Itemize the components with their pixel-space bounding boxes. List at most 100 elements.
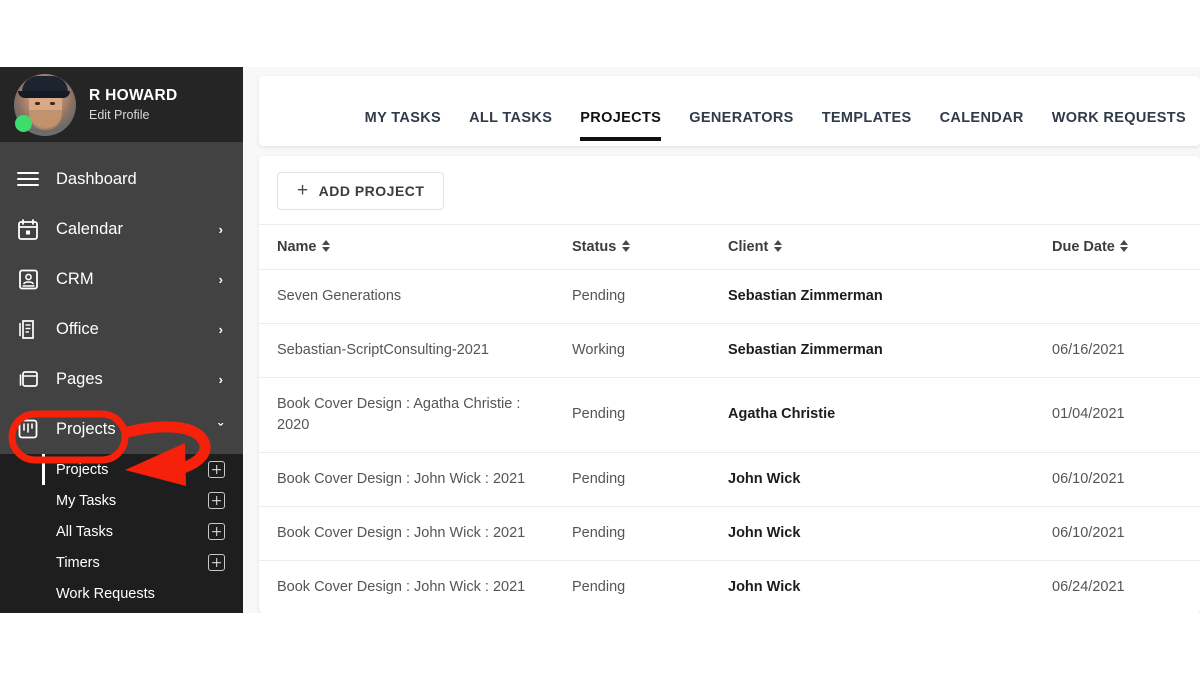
chevron-right-icon: › [219,373,223,386]
chevron-right-icon: › [219,223,223,236]
sidebar-subitem-label: My Tasks [56,493,208,509]
sidebar-subitem-label: All Tasks [56,524,208,540]
cell-status: Pending [572,506,728,560]
pages-icon [16,367,40,391]
table-toolbar: + ADD PROJECT [259,156,1200,224]
tab-all-tasks[interactable]: ALL TASKS [455,76,566,146]
cell-status: Working [572,323,728,377]
sidebar-item-label: Projects [56,420,218,439]
sidebar-item-label: Calendar [56,220,219,239]
chevron-right-icon: › [219,273,223,286]
cell-due-date: 06/16/2021 [1052,323,1200,377]
sidebar-subitem-projects[interactable]: Projects [0,454,243,485]
chevron-down-icon: ˇ [218,422,223,437]
cell-due-date: 06/10/2021 [1052,452,1200,506]
cell-status: Pending [572,452,728,506]
column-label: Due Date [1052,239,1115,255]
cell-name: Book Cover Design : John Wick : 2021 [259,560,572,613]
cell-status: Pending [572,377,728,452]
main-content: MY TASKS ALL TASKS PROJECTS GENERATORS T… [243,67,1200,613]
add-all-task-icon[interactable] [208,523,225,540]
column-header-client[interactable]: Client [728,224,1052,269]
sidebar-item-dashboard[interactable]: Dashboard [0,154,243,204]
sort-icon [621,240,630,252]
profile-header[interactable]: R HOWARD Edit Profile [0,67,243,142]
add-my-task-icon[interactable] [208,492,225,509]
table-row[interactable]: Book Cover Design : Agatha Christie : 20… [259,377,1200,452]
cell-client: Sebastian Zimmerman [728,323,1052,377]
edit-profile-link[interactable]: Edit Profile [89,108,178,124]
tab-templates[interactable]: TEMPLATES [808,76,926,146]
column-label: Client [728,239,768,255]
profile-name: R HOWARD [89,86,178,105]
chevron-right-icon: › [219,323,223,336]
sidebar-item-label: Dashboard [56,170,227,189]
app-window: R HOWARD Edit Profile Dashboard Calendar… [0,67,1200,613]
sidebar-subitem-work-requests[interactable]: Work Requests [0,578,243,609]
tab-projects[interactable]: PROJECTS [566,76,675,146]
hamburger-icon [16,167,40,191]
cell-due-date: 06/10/2021 [1052,506,1200,560]
table-row[interactable]: Sebastian-ScriptConsulting-2021 Working … [259,323,1200,377]
sort-icon [322,240,331,252]
tab-my-tasks[interactable]: MY TASKS [351,76,455,146]
sort-icon [1120,240,1129,252]
cell-name: Sebastian-ScriptConsulting-2021 [259,323,572,377]
sidebar-item-label: Pages [56,370,219,389]
avatar[interactable] [14,74,76,136]
projects-table: Name Status Client Due Date [259,224,1200,613]
column-header-due-date[interactable]: Due Date [1052,224,1200,269]
add-projects-icon[interactable] [208,461,225,478]
sidebar-subitem-my-tasks[interactable]: My Tasks [0,485,243,516]
table-row[interactable]: Book Cover Design : John Wick : 2021 Pen… [259,560,1200,613]
cell-name: Book Cover Design : John Wick : 2021 [259,452,572,506]
table-row[interactable]: Book Cover Design : John Wick : 2021 Pen… [259,506,1200,560]
cell-name: Book Cover Design : John Wick : 2021 [259,506,572,560]
add-project-button[interactable]: + ADD PROJECT [277,172,444,210]
cell-name: Book Cover Design : Agatha Christie : 20… [259,377,572,452]
cell-client: Agatha Christie [728,377,1052,452]
cell-client: John Wick [728,506,1052,560]
sidebar-item-office[interactable]: Office › [0,304,243,354]
cell-status: Pending [572,560,728,613]
column-label: Status [572,239,616,255]
cell-due-date [1052,269,1200,323]
column-header-status[interactable]: Status [572,224,728,269]
sidebar-subitem-label: Work Requests [56,586,225,602]
online-status-dot [15,115,32,132]
sidebar-item-projects[interactable]: Projects ˇ [0,404,243,454]
sidebar-subitem-label: Timers [56,555,208,571]
sidebar-item-label: Office [56,320,219,339]
cell-client: John Wick [728,560,1052,613]
sidebar-subitem-all-tasks[interactable]: All Tasks [0,516,243,547]
table-row[interactable]: Seven Generations Pending Sebastian Zimm… [259,269,1200,323]
sidebar-item-crm[interactable]: CRM › [0,254,243,304]
sidebar-nav: Dashboard Calendar › CRM › O [0,142,243,613]
table-row[interactable]: Book Cover Design : John Wick : 2021 Pen… [259,452,1200,506]
sidebar-item-pages[interactable]: Pages › [0,354,243,404]
projects-panel: + ADD PROJECT Name Status Client [259,156,1200,613]
add-timer-icon[interactable] [208,554,225,571]
projects-submenu: Projects My Tasks All Tasks Timers Work … [0,454,243,613]
sidebar-item-calendar[interactable]: Calendar › [0,204,243,254]
sidebar-subitem-label: Projects [56,462,208,478]
sidebar-subitem-timers[interactable]: Timers [0,547,243,578]
calendar-icon [16,217,40,241]
sidebar: R HOWARD Edit Profile Dashboard Calendar… [0,67,243,613]
cell-name: Seven Generations [259,269,572,323]
cell-client: John Wick [728,452,1052,506]
cell-due-date: 06/24/2021 [1052,560,1200,613]
contact-card-icon [16,267,40,291]
table-header-row: Name Status Client Due Date [259,224,1200,269]
tab-work-requests[interactable]: WORK REQUESTS [1038,76,1200,146]
tab-calendar[interactable]: CALENDAR [926,76,1038,146]
tab-generators[interactable]: GENERATORS [675,76,807,146]
column-header-name[interactable]: Name [259,224,572,269]
column-label: Name [277,239,317,255]
cell-due-date: 01/04/2021 [1052,377,1200,452]
sidebar-item-label: CRM [56,270,219,289]
table-body: Seven Generations Pending Sebastian Zimm… [259,269,1200,613]
plus-icon: + [297,181,309,200]
document-icon [16,317,40,341]
cell-client: Sebastian Zimmerman [728,269,1052,323]
